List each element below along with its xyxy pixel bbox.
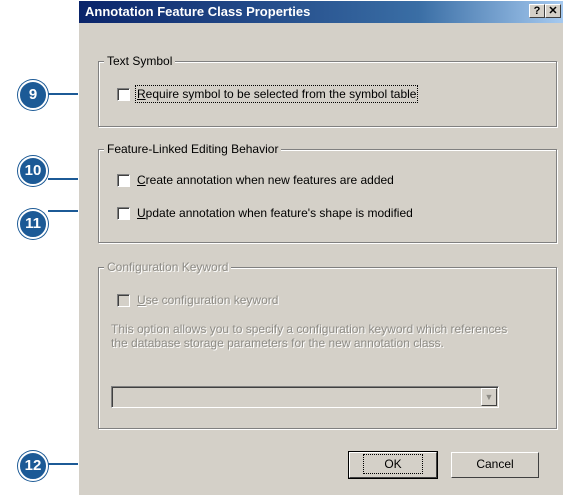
callout-9: 9 bbox=[18, 80, 48, 110]
ok-button-label: OK bbox=[363, 454, 423, 474]
config-keyword-group: Configuration Keyword Use configuration … bbox=[98, 260, 557, 429]
update-annotation-checkbox[interactable] bbox=[117, 207, 130, 220]
ok-button[interactable]: OK bbox=[348, 451, 438, 479]
require-symbol-label[interactable]: Require symbol to be selected from the s… bbox=[134, 85, 419, 103]
feature-linked-group: Feature-Linked Editing Behavior Create a… bbox=[98, 142, 557, 243]
feature-linked-legend: Feature-Linked Editing Behavior bbox=[104, 142, 282, 156]
use-keyword-option: Use configuration keyword bbox=[117, 293, 367, 310]
use-keyword-label: Use configuration keyword bbox=[137, 293, 279, 307]
config-keyword-select: ▼ bbox=[111, 386, 499, 408]
cancel-button[interactable]: Cancel bbox=[451, 452, 539, 478]
require-symbol-checkbox[interactable] bbox=[117, 88, 130, 101]
callout-12: 12 bbox=[18, 451, 48, 481]
dialog-title: Annotation Feature Class Properties bbox=[85, 4, 311, 19]
require-symbol-option[interactable]: Require symbol to be selected from the s… bbox=[117, 85, 477, 104]
callout-10: 10 bbox=[18, 156, 48, 186]
callout-11: 11 bbox=[18, 209, 48, 239]
text-symbol-legend: Text Symbol bbox=[104, 54, 176, 68]
update-annotation-option[interactable]: Update annotation when feature's shape i… bbox=[117, 206, 477, 223]
title-bar: Annotation Feature Class Properties ? ✕ bbox=[79, 1, 563, 23]
create-annotation-option[interactable]: Create annotation when new features are … bbox=[117, 173, 477, 190]
help-button[interactable]: ? bbox=[529, 4, 545, 18]
config-keyword-description: This option allows you to specify a conf… bbox=[111, 322, 508, 350]
close-button[interactable]: ✕ bbox=[545, 4, 561, 18]
text-symbol-group: Text Symbol Require symbol to be selecte… bbox=[98, 54, 557, 127]
dialog-window: Annotation Feature Class Properties ? ✕ … bbox=[78, 0, 563, 495]
cancel-button-label: Cancel bbox=[476, 457, 514, 471]
create-annotation-label[interactable]: Create annotation when new features are … bbox=[137, 173, 394, 187]
use-keyword-checkbox bbox=[117, 294, 130, 307]
config-keyword-legend: Configuration Keyword bbox=[104, 260, 232, 274]
update-annotation-label[interactable]: Update annotation when feature's shape i… bbox=[137, 206, 413, 220]
chevron-down-icon: ▼ bbox=[481, 388, 497, 406]
create-annotation-checkbox[interactable] bbox=[117, 174, 130, 187]
